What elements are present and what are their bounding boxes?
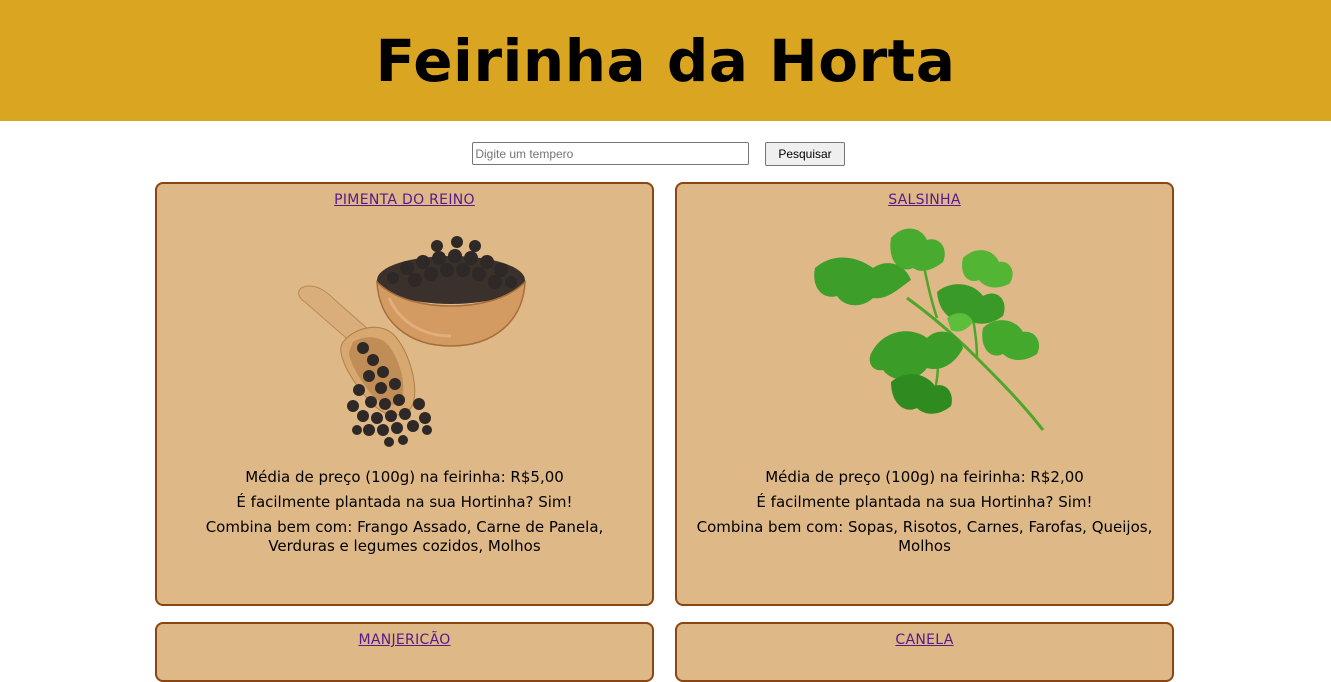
spice-card-manjericao: MANJERICÃO <box>155 622 654 682</box>
price-text: Média de preço (100g) na feirinha: R$5,0… <box>245 468 564 486</box>
site-header: Feirinha da Horta <box>0 0 1331 121</box>
spice-card-salsinha: SALSINHA Média de preço (100g) na feirin… <box>675 182 1174 606</box>
pairs-text: Combina bem com: Frango Assado, Carne de… <box>205 518 604 555</box>
spice-title-link[interactable]: PIMENTA DO REINO <box>157 192 652 208</box>
parsley-sprig <box>814 228 1045 431</box>
spice-title-link[interactable]: CANELA <box>677 632 1172 648</box>
page-title: Feirinha da Horta <box>375 26 956 95</box>
search-button[interactable]: Pesquisar <box>765 141 845 166</box>
search-bar: Pesquisar <box>0 141 1331 166</box>
spice-card-pimenta-do-reino: PIMENTA DO REINO Média de preço (100g) n… <box>155 182 654 606</box>
price-text: Média de preço (100g) na feirinha: R$2,0… <box>765 468 1084 486</box>
easy-plant-text: É facilmente plantada na sua Hortinha? S… <box>756 493 1093 511</box>
spice-info: Média de preço (100g) na feirinha: R$2,0… <box>695 468 1154 556</box>
parsley-sprig-image <box>677 218 1172 468</box>
pairs-text: Combina bem com: Sopas, Risotos, Carnes,… <box>696 518 1153 555</box>
spice-info: Média de preço (100g) na feirinha: R$5,0… <box>175 468 634 556</box>
spice-title-link[interactable]: MANJERICÃO <box>157 632 652 648</box>
search-input[interactable] <box>472 142 750 165</box>
easy-plant-text: É facilmente plantada na sua Hortinha? S… <box>236 493 573 511</box>
spice-card-canela: CANELA <box>675 622 1174 682</box>
black-pepper-bowl-image <box>157 218 652 468</box>
spice-title-link[interactable]: SALSINHA <box>677 192 1172 208</box>
